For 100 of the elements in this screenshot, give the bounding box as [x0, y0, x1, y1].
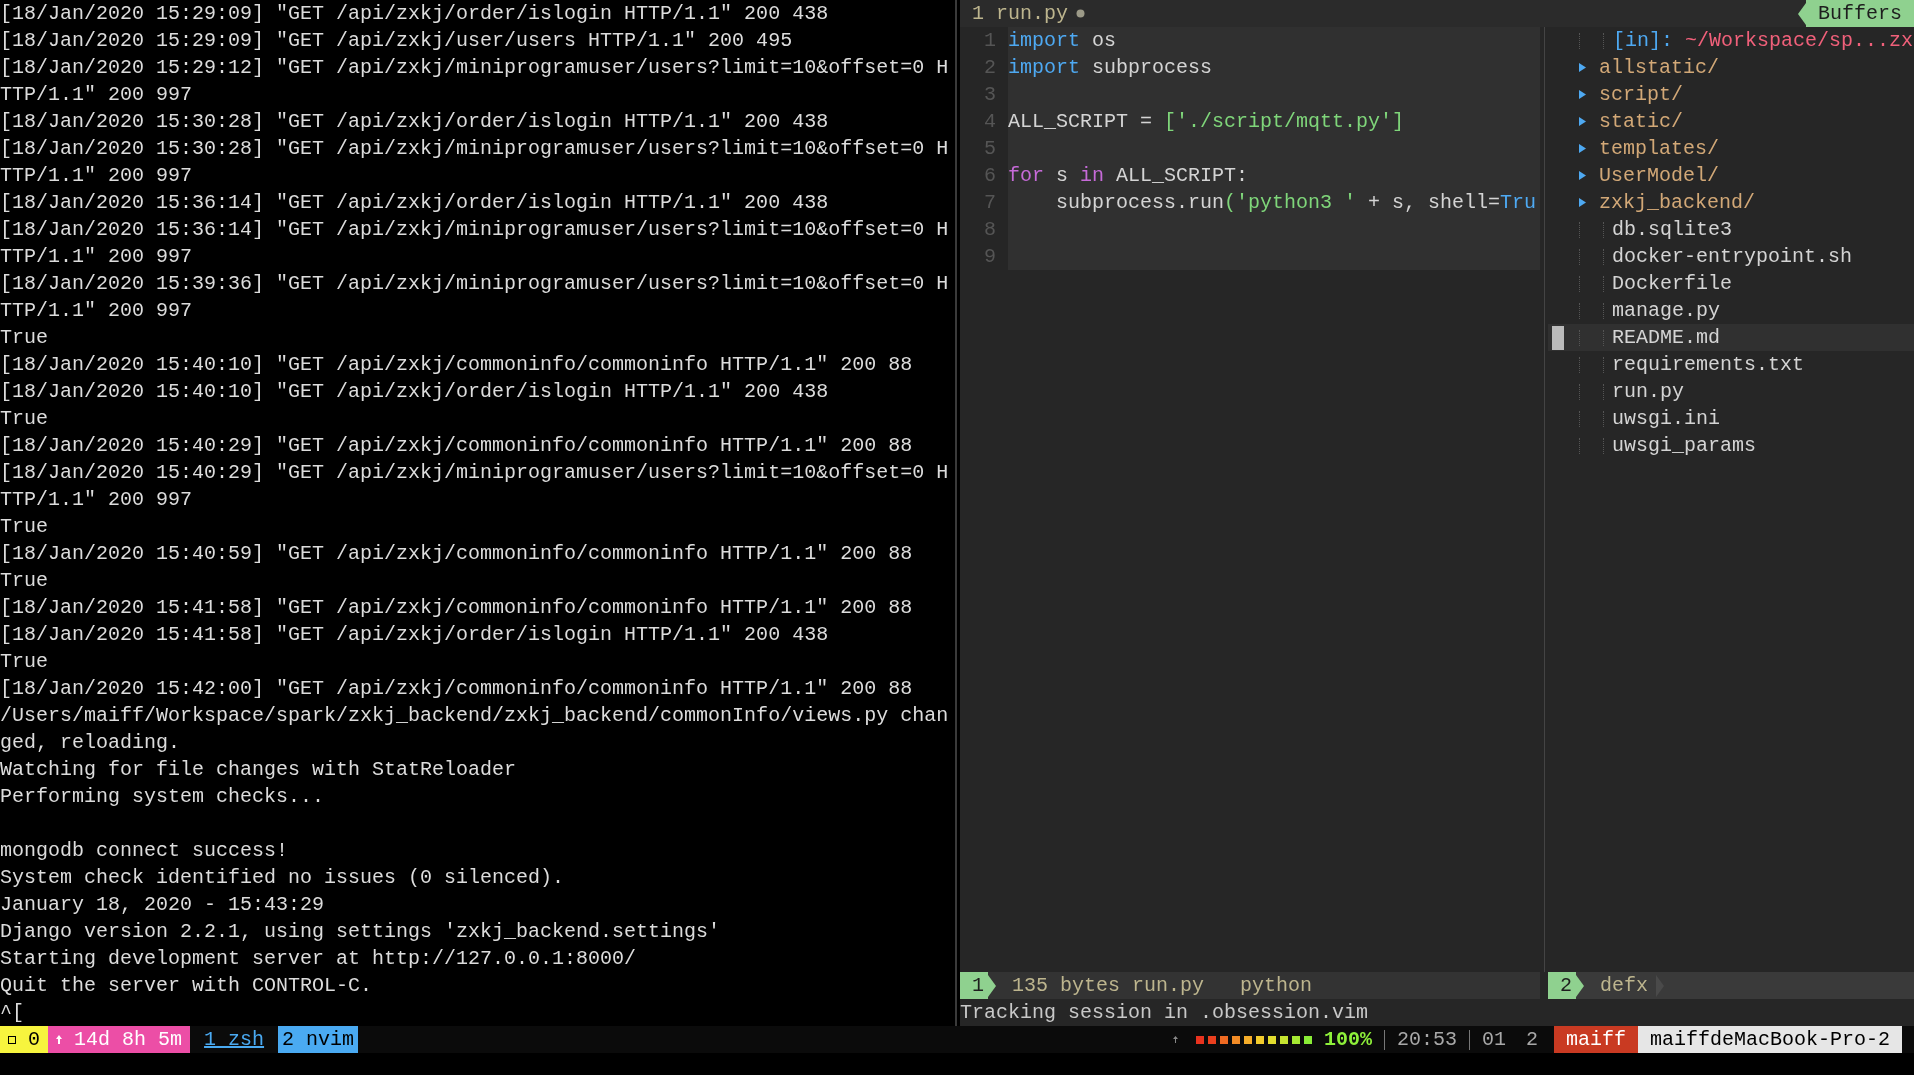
terminal-line: [18/Jan/2020 15:30:28] "GET /api/zxkj/order/islogin HTTP/1.1" 200 438 [0, 109, 830, 135]
pane-number: 2 [1525, 1027, 1538, 1053]
terminal-line: TTP/1.1" 200 997 [0, 487, 194, 513]
file-tree-row[interactable]: script/ [1548, 81, 1914, 108]
terminal-line: TTP/1.1" 200 997 [0, 82, 194, 108]
file-name: uwsgi_params [1612, 433, 1757, 459]
terminal-line: True [0, 568, 49, 594]
square-icon [8, 1035, 16, 1044]
terminal-line: Django version 2.2.1, using settings 'zxkj_backend.settings' [0, 919, 722, 945]
folder-name: UserModel/ [1599, 163, 1720, 189]
terminal-line: True [0, 514, 49, 540]
file-name: uwsgi.ini [1612, 406, 1721, 432]
file-tree-row[interactable]: allstatic/ [1548, 54, 1914, 81]
terminal-line: ged, reloading. [0, 730, 182, 756]
folder-name: allstatic/ [1599, 55, 1720, 81]
clock-time: 20:53 [1383, 1029, 1457, 1050]
terminal-line: [18/Jan/2020 15:29:09] "GET /api/zxkj/order/islogin HTTP/1.1" 200 438 [0, 1, 830, 27]
file-tree-row[interactable]: templates/ [1548, 135, 1914, 162]
file-tree-row[interactable]: UserModel/ [1548, 162, 1914, 189]
terminal-line: January 18, 2020 - 15:43:29 [0, 892, 326, 918]
file-name: db.sqlite3 [1612, 217, 1733, 243]
terminal-line: [18/Jan/2020 15:40:10] "GET /api/zxkj/order/islogin HTTP/1.1" 200 438 [0, 379, 830, 405]
code-line: ALL_SCRIPT = ['./script/mqtt.py'] [1008, 109, 1405, 135]
folder-name: zxkj_backend/ [1599, 190, 1756, 216]
folder-name: script/ [1599, 82, 1683, 108]
arrow-icon [1576, 974, 1584, 997]
terminal-line: [18/Jan/2020 15:29:12] "GET /api/zxkj/miniprogramuser/users?limit=10&offset=0 H [0, 55, 950, 81]
terminal-line: Performing system checks... [0, 784, 326, 810]
terminal-line: [18/Jan/2020 15:40:29] "GET /api/zxkj/miniprogramuser/users?limit=10&offset=0 H [0, 460, 950, 486]
terminal-line: True [0, 649, 49, 675]
terminal-line: ^[ [0, 1000, 25, 1026]
terminal-line: [18/Jan/2020 15:40:10] "GET /api/zxkj/commoninfo/commoninfo HTTP/1.1" 200 88 [0, 352, 914, 378]
file-info: 135 bytes run.py [1012, 973, 1205, 999]
terminal-line: TTP/1.1" 200 997 [0, 244, 194, 270]
terminal-line: [18/Jan/2020 15:41:58] "GET /api/zxkj/order/islogin HTTP/1.1" 200 438 [0, 622, 830, 648]
uptime-text: 14d 8h 5m [74, 1027, 183, 1053]
command-line-message: Tracking session in .obsession.vim [960, 1001, 1369, 1024]
terminal-line: [18/Jan/2020 15:40:59] "GET /api/zxkj/commoninfo/commoninfo HTTP/1.1" 200 88 [0, 541, 914, 567]
file-name: README.md [1612, 325, 1721, 351]
file-tree-row[interactable]: db.sqlite3 [1548, 216, 1914, 243]
terminal-line: TTP/1.1" 200 997 [0, 163, 194, 189]
file-tree-row[interactable]: Dockerfile [1548, 270, 1914, 297]
terminal-line: [18/Jan/2020 15:29:09] "GET /api/zxkj/user/users HTTP/1.1" 200 495 [0, 28, 794, 54]
expand-icon[interactable] [1579, 198, 1586, 207]
file-tree-row[interactable]: README.md [1548, 324, 1914, 351]
file-name: requirements.txt [1612, 352, 1805, 378]
expand-icon[interactable] [1579, 144, 1586, 153]
terminal-line: [18/Jan/2020 15:41:58] "GET /api/zxkj/commoninfo/commoninfo HTTP/1.1" 200 88 [0, 595, 914, 621]
terminal-line: Quit the server with CONTROL-C. [0, 973, 374, 999]
code-line: for s in ALL_SCRIPT: [1008, 163, 1249, 189]
folder-name: static/ [1599, 109, 1683, 135]
terminal-line: True [0, 325, 49, 351]
file-tree-row[interactable]: uwsgi.ini [1548, 405, 1914, 432]
battery-gauge-icon [1195, 1035, 1312, 1044]
file-tree-row[interactable]: uwsgi_params [1548, 432, 1914, 459]
terminal-line: [18/Jan/2020 15:39:36] "GET /api/zxkj/miniprogramuser/users?limit=10&offset=0 H [0, 271, 950, 297]
expand-icon[interactable] [1579, 63, 1586, 72]
host-name: maiffdeMacBook-Pro-2 [1637, 1026, 1902, 1053]
file-name: run.py [1612, 379, 1684, 405]
terminal-line: mongodb connect success! [0, 838, 290, 864]
terminal-line: [18/Jan/2020 15:42:00] "GET /api/zxkj/commoninfo/commoninfo HTTP/1.1" 200 88 [0, 676, 914, 702]
code-line: import subprocess [1008, 55, 1213, 81]
buffer-name: defx [1600, 973, 1649, 999]
arrow-icon [1798, 2, 1806, 25]
file-tree-row[interactable]: run.py [1548, 378, 1914, 405]
file-tree-row[interactable]: manage.py [1548, 297, 1914, 324]
battery-percentage: 100% [1323, 1027, 1372, 1053]
file-name: Dockerfile [1612, 271, 1733, 297]
code-line: import os [1008, 28, 1117, 54]
user-name: maiff [1553, 1026, 1638, 1053]
terminal-line: TTP/1.1" 200 997 [0, 298, 194, 324]
file-name: manage.py [1612, 298, 1721, 324]
expand-icon[interactable] [1579, 171, 1586, 180]
terminal-line: /Users/maiff/Workspace/spark/zxkj_backend/zxkj_backend/commonInfo/views.py chan [0, 703, 950, 729]
file-tree-row[interactable]: zxkj_backend/ [1548, 189, 1914, 216]
defx-path-header: [in]: ~/Workspace/sp...zx [1613, 28, 1914, 54]
file-tree-row[interactable]: docker-entrypoint.sh [1548, 243, 1914, 270]
session-number: 0 [28, 1027, 40, 1053]
file-tree-row[interactable]: requirements.txt [1548, 351, 1914, 378]
terminal-line: True [0, 406, 49, 432]
tmux-window-tab[interactable]: 2 nvim [278, 1026, 359, 1053]
up-arrow-icon [1172, 1036, 1178, 1043]
tmux-window-tab[interactable]: 1 zsh [200, 1026, 269, 1053]
file-name: docker-entrypoint.sh [1612, 244, 1853, 270]
expand-icon[interactable] [1579, 90, 1586, 99]
buffer-tab[interactable]: 1 run.py [972, 0, 1068, 27]
terminal-line: Watching for file changes with StatReloader [0, 757, 518, 783]
terminal-line: [18/Jan/2020 15:30:28] "GET /api/zxkj/miniprogramuser/users?limit=10&offset=0 H [0, 136, 950, 162]
date-day: 01 [1468, 1029, 1506, 1050]
folder-name: templates/ [1599, 136, 1720, 162]
terminal-line: [18/Jan/2020 15:40:29] "GET /api/zxkj/commoninfo/commoninfo HTTP/1.1" 200 88 [0, 433, 914, 459]
terminal-line: System check identified no issues (0 silenced). [0, 865, 566, 891]
terminal-line: Starting development server at http://127.0.0.1:8000/ [0, 946, 638, 972]
code-line: subprocess.run('python3 ' + s, shell=Tru [1055, 190, 1537, 216]
terminal-line: [18/Jan/2020 15:36:14] "GET /api/zxkj/miniprogramuser/users?limit=10&offset=0 H [0, 217, 950, 243]
up-arrow-icon [56, 1035, 62, 1044]
expand-icon[interactable] [1579, 117, 1586, 126]
terminal-line: [18/Jan/2020 15:36:14] "GET /api/zxkj/order/islogin HTTP/1.1" 200 438 [0, 190, 830, 216]
file-tree-row[interactable]: static/ [1548, 108, 1914, 135]
file-type: python [1240, 973, 1313, 999]
